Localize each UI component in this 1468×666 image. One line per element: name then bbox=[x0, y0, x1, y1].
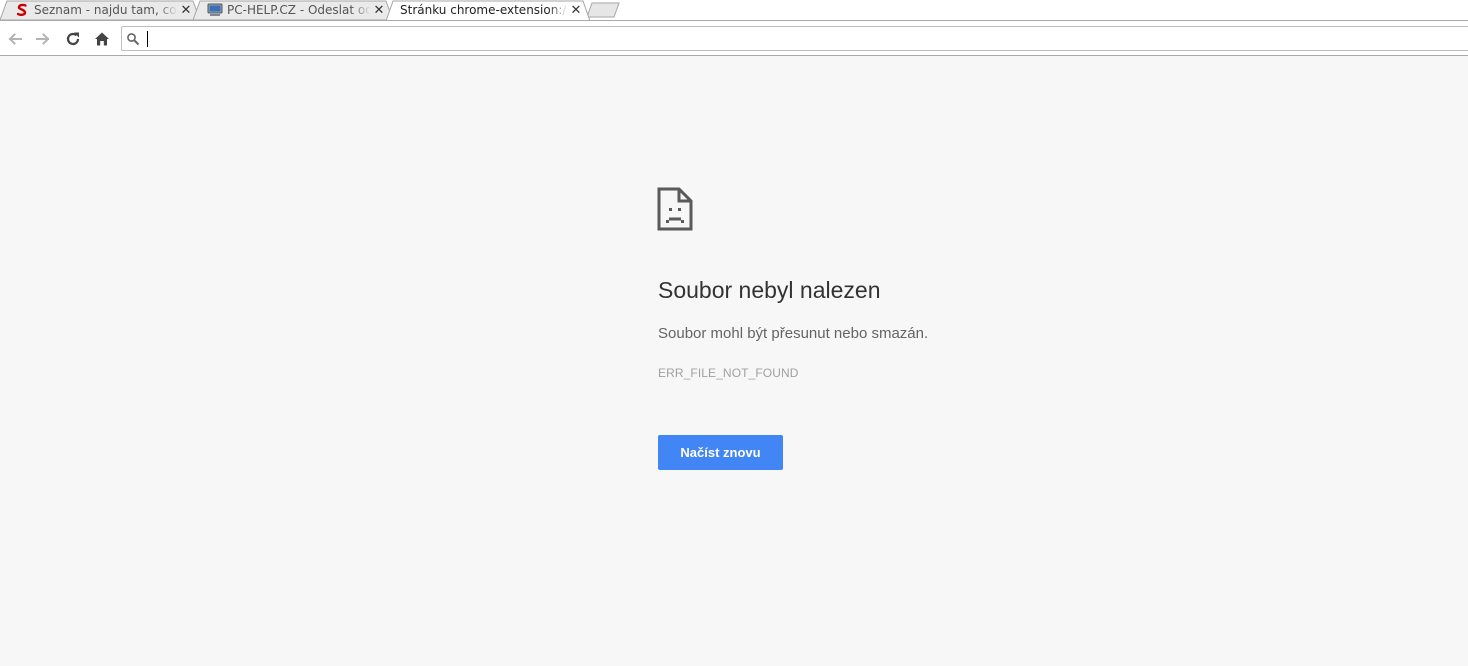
close-tab-icon[interactable]: ✕ bbox=[178, 2, 194, 18]
tab-title: Stránku chrome-extension://c bbox=[400, 3, 568, 17]
new-tab-button[interactable] bbox=[586, 2, 620, 18]
tab-seznam[interactable]: Seznam - najdu tam, co neznám ✕ bbox=[0, 0, 200, 20]
close-tab-icon[interactable]: ✕ bbox=[371, 2, 387, 18]
error-description: Soubor mohl být přesunut nebo smazán. bbox=[658, 325, 929, 342]
error-heading: Soubor nebyl nalezen bbox=[658, 277, 881, 303]
tab-pc-help[interactable]: PC-HELP.CZ - Odeslat odpověď ✕ bbox=[193, 0, 393, 20]
omnibox-input[interactable] bbox=[146, 29, 1446, 48]
computer-icon bbox=[207, 2, 223, 18]
forward-button[interactable] bbox=[32, 28, 54, 50]
tab-active-error[interactable]: Stránku chrome-extension://c ✕ bbox=[386, 0, 590, 20]
reload-button[interactable] bbox=[62, 28, 84, 50]
close-tab-icon[interactable]: ✕ bbox=[568, 2, 584, 18]
home-button[interactable] bbox=[91, 28, 113, 50]
search-icon bbox=[127, 33, 140, 46]
tab-title: PC-HELP.CZ - Odeslat odpověď bbox=[227, 3, 371, 17]
reload-page-button[interactable]: Načíst znovu bbox=[658, 435, 783, 470]
arrow-right-icon bbox=[36, 33, 50, 45]
text-caret bbox=[147, 31, 148, 47]
sad-document-icon bbox=[657, 187, 693, 231]
tab-strip: Seznam - najdu tam, co neznám ✕ PC-HELP.… bbox=[0, 0, 1468, 20]
back-button[interactable] bbox=[4, 28, 26, 50]
omnibox[interactable] bbox=[121, 26, 1468, 51]
error-code: ERR_FILE_NOT_FOUND bbox=[658, 366, 799, 380]
home-icon bbox=[95, 32, 109, 46]
seznam-s-icon bbox=[14, 2, 30, 18]
browser-toolbar bbox=[0, 20, 1468, 56]
tab-title: Seznam - najdu tam, co neznám bbox=[34, 3, 178, 17]
reload-icon bbox=[66, 32, 80, 46]
error-page: Soubor nebyl nalezen Soubor mohl být pře… bbox=[0, 57, 1468, 666]
arrow-left-icon bbox=[8, 33, 22, 45]
